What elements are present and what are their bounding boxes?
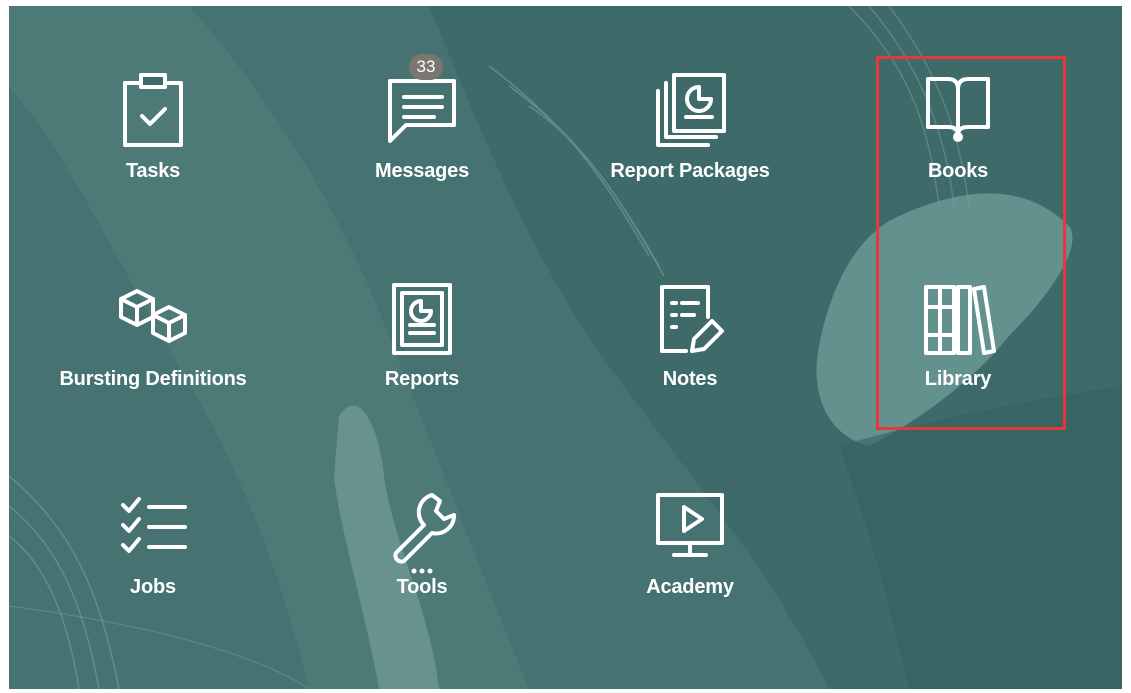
tile-report-packages[interactable]: Report Packages [570, 66, 810, 216]
tile-label: Tools [396, 576, 448, 598]
tile-tasks[interactable]: Tasks [33, 66, 273, 216]
monitor-play-icon [648, 482, 732, 572]
tile-label: Tasks [125, 160, 181, 182]
report-packages-icon [648, 66, 732, 156]
tile-reports[interactable]: Reports [302, 274, 542, 424]
book-icon [916, 66, 1000, 156]
tile-label: Library [924, 368, 992, 390]
checklist-icon [111, 482, 195, 572]
note-edit-icon [648, 274, 732, 364]
tile-label: Books [927, 160, 989, 182]
clipboard-check-icon [111, 66, 195, 156]
tile-tools[interactable]: Tools [302, 482, 542, 632]
tile-label: Academy [646, 576, 734, 598]
tile-label: Bursting Definitions [59, 368, 247, 390]
tile-jobs[interactable]: Jobs [33, 482, 273, 632]
tile-bursting-definitions[interactable]: Bursting Definitions [33, 274, 273, 424]
tile-label: Notes [662, 368, 718, 390]
springboard: Tasks 33 Messages Report Packages Books … [9, 6, 1122, 689]
tile-label: Reports [384, 368, 460, 390]
tile-messages[interactable]: 33 Messages [302, 54, 542, 216]
tile-academy[interactable]: Academy [570, 482, 810, 632]
tile-label: Messages [374, 160, 469, 182]
tile-notes[interactable]: Notes [570, 274, 810, 424]
report-icon [380, 274, 464, 364]
message-icon: 33 [380, 54, 464, 156]
tile-library[interactable]: Library [838, 274, 1078, 424]
library-icon [916, 274, 1000, 364]
wrench-icon [380, 482, 464, 574]
unread-count-badge: 33 [409, 54, 443, 80]
tile-label: Report Packages [610, 160, 770, 182]
tile-label: Jobs [130, 576, 176, 598]
cubes-icon [111, 274, 195, 364]
tile-books[interactable]: Books [838, 66, 1078, 216]
